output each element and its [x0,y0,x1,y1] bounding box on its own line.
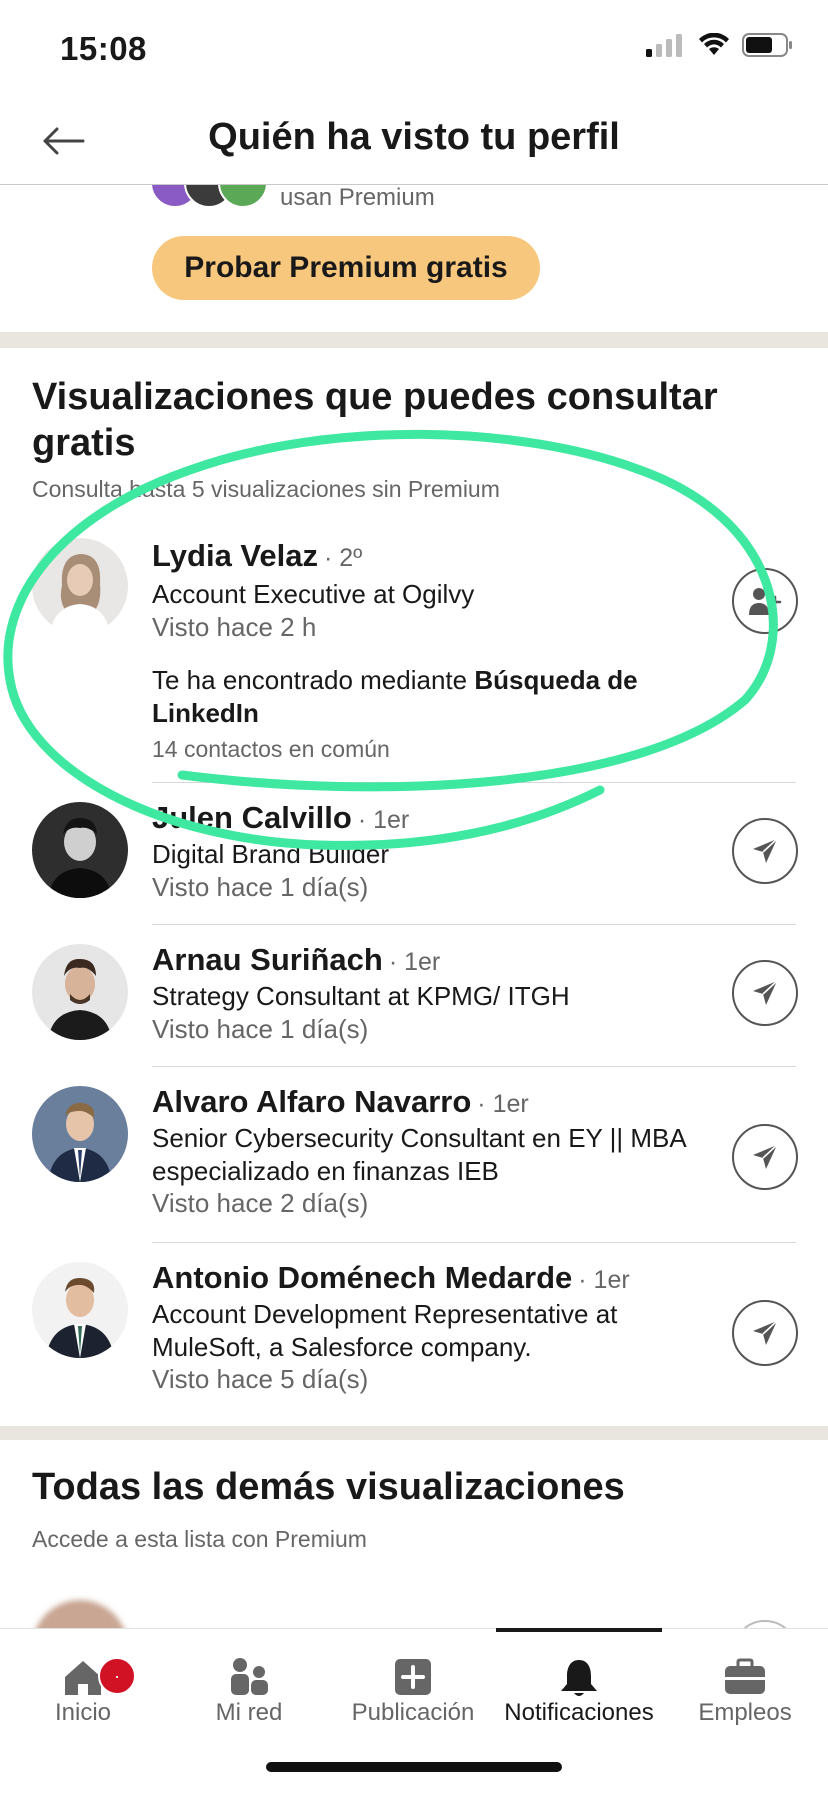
nav-item-network[interactable]: Mi red [166,1629,332,1739]
nav-label: Publicación [351,1699,475,1726]
profile-photo [32,1262,128,1358]
viewer-headline: Strategy Consultant at KPMG/ ITGH [152,981,570,1011]
viewer-headline: Account Development Representative at Mu… [152,1299,618,1362]
connect-icon [749,588,782,615]
viewed-time: Visto hace 1 día(s) [152,872,369,902]
connection-degree: · 1er [477,1090,529,1118]
page-header: Quién ha visto tu perfil [0,98,828,185]
viewer-card[interactable]: Antonio Doménech Medarde · 1er Account De… [0,1260,828,1400]
section-title: Visualizaciones que puedes consultar gra… [32,376,718,464]
mutual-connections[interactable]: 14 contactos en común [152,736,390,763]
viewed-time: Visto hace 1 día(s) [152,1014,369,1044]
premium-avatars [150,184,268,208]
viewer-card[interactable]: Arnau Suriñach · 1er Strategy Consultant … [0,942,828,1052]
avatar[interactable] [32,944,128,1040]
avatar[interactable] [32,538,128,634]
avatar [218,184,268,208]
section-subtitle: Accede a esta lista con Premium [32,1526,367,1552]
viewer-name-text: Alvaro Alfaro Navarro [152,1084,472,1119]
viewed-time: Visto hace 5 día(s) [152,1364,369,1394]
viewer-card[interactable]: Alvaro Alfaro Navarro · 1er Senior Cybers… [0,1084,828,1224]
avatar[interactable] [32,1086,128,1182]
viewer-name[interactable]: Alvaro Alfaro Navarro · 1er [152,1084,529,1120]
nav-label: Notificaciones [504,1699,654,1726]
wifi-icon [699,33,729,55]
premium-note: usan Premium [280,184,435,211]
section-subtitle: Consulta hasta 5 visualizaciones sin Pre… [32,476,500,502]
send-icon [753,838,778,863]
send-message-button[interactable] [732,818,798,884]
free-views-section: Visualizaciones que puedes consultar gra… [0,348,828,1426]
viewer-name[interactable]: Antonio Doménech Medarde · 1er [152,1260,630,1296]
viewer-name-text: Lydia Velaz [152,538,318,573]
battery-icon [742,33,792,57]
send-icon [753,980,778,1005]
nav-item-notifications[interactable]: Notificaciones [496,1628,662,1739]
status-time: 15:08 [60,30,147,67]
network-icon [231,1658,268,1695]
connection-degree: · 1er [357,806,410,834]
nav-label: Empleos [698,1699,792,1726]
status-bar: 15:08 [0,0,828,98]
viewer-name-text: Arnau Suriñach [152,942,383,977]
send-message-button[interactable] [732,1300,798,1366]
notification-badge: · [98,1657,136,1695]
avatar[interactable] [32,1262,128,1358]
viewer-card[interactable]: Lydia Velaz · 2º Account Executive at Ogi… [0,538,828,774]
send-icon [753,1144,778,1169]
viewer-name[interactable]: Julen Calvillo · 1er [152,800,409,836]
profile-photo [32,1086,128,1182]
row-divider [152,1242,796,1243]
connection-degree: · 2º [324,544,363,572]
send-icon [753,1320,778,1345]
connect-button[interactable] [732,568,798,634]
found-via-prefix: Te ha encontrado mediante [152,665,468,695]
connection-degree: · 1er [578,1266,630,1294]
profile-photo [32,538,128,634]
found-via-text: Te ha encontrado mediante Búsqueda de Li… [152,664,692,730]
nav-label: Inicio [54,1699,112,1726]
viewer-name-text: Julen Calvillo [152,800,352,835]
row-divider [152,782,796,783]
nav-label: Mi red [215,1699,283,1726]
send-message-button[interactable] [732,960,798,1026]
briefcase-icon [725,1658,765,1694]
viewer-card[interactable]: Julen Calvillo · 1er Digital Brand Builde… [0,800,828,910]
premium-teaser: usan Premium Probar Premium gratis [0,184,828,332]
nav-item-post[interactable]: Publicación [330,1629,496,1739]
page-title: Quién ha visto tu perfil [208,116,620,158]
status-icons [646,32,794,58]
viewer-headline: Account Executive at Ogilvy [152,579,475,609]
row-divider [152,1066,796,1067]
viewer-headline: Senior Cybersecurity Consultant en EY ||… [152,1123,686,1186]
section-title: Todas las demás visualizaciones [32,1466,625,1508]
viewer-name[interactable]: Arnau Suriñach · 1er [152,942,440,978]
avatar[interactable] [32,802,128,898]
post-icon [395,1659,431,1695]
viewer-name[interactable]: Lydia Velaz · 2º [152,538,362,574]
bell-icon [561,1660,597,1696]
other-views-section: Todas las demás visualizaciones Accede a… [0,1440,828,1696]
viewed-time: Visto hace 2 h [152,612,317,642]
home-indicator [266,1762,562,1772]
row-divider [152,924,796,925]
profile-photo [32,802,128,898]
viewed-time: Visto hace 2 día(s) [152,1188,369,1218]
section-divider [0,332,828,348]
send-message-button[interactable] [732,1124,798,1190]
signal-icon [646,34,682,57]
viewer-name-text: Antonio Doménech Medarde [152,1260,573,1295]
profile-photo [32,944,128,1040]
nav-item-jobs[interactable]: Empleos [662,1629,828,1739]
viewer-headline: Digital Brand Builder [152,839,390,869]
connection-degree: · 1er [388,948,441,976]
try-premium-button[interactable]: Probar Premium gratis [152,236,540,300]
nav-item-home[interactable]: · Inicio [0,1629,166,1739]
